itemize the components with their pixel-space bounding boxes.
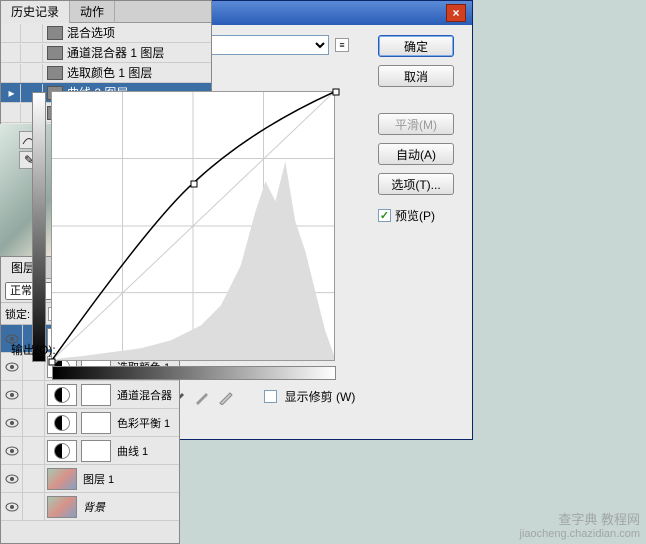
visibility-eye-icon[interactable] [1, 493, 23, 521]
show-clipping-checkbox[interactable] [264, 390, 277, 403]
mask-thumb [81, 440, 111, 462]
dialog-left: 预设(R): 自定 ≡ 通道(C): RGB ✎ [11, 35, 370, 432]
gray-eyedropper-icon[interactable] [194, 387, 212, 405]
cancel-button[interactable]: 取消 [378, 65, 454, 87]
layer-row[interactable]: 通道混合器 [1, 381, 179, 409]
visibility-eye-icon[interactable] [1, 409, 23, 437]
image-thumb [47, 468, 77, 490]
output-label: 输出(O): [11, 341, 56, 358]
curve-point-highlight[interactable] [333, 89, 340, 96]
curve-line [52, 92, 334, 360]
adjustment-thumb [47, 384, 77, 406]
layer-name: 色彩平衡 1 [113, 415, 179, 431]
show-clipping-label: 显示修剪 (W) [285, 388, 356, 405]
mask-thumb [81, 384, 111, 406]
layer-name: 曲线 1 [113, 443, 179, 459]
visibility-eye-icon[interactable] [1, 465, 23, 493]
history-tabs: 历史记录 动作 [1, 1, 211, 23]
smooth-button[interactable]: 平滑(M) [378, 113, 454, 135]
options-button[interactable]: 选项(T)... [378, 173, 454, 195]
dialog-buttons: 确定 取消 平滑(M) 自动(A) 选项(T)... 预览(P) [378, 35, 462, 432]
history-item[interactable]: 选取颜色 1 图层 [1, 63, 211, 83]
tab-history[interactable]: 历史记录 [1, 1, 70, 23]
mask-thumb [81, 412, 111, 434]
input-gradient [52, 366, 336, 380]
preset-menu-icon[interactable]: ≡ [335, 38, 349, 52]
white-eyedropper-icon[interactable] [218, 387, 236, 405]
layer-name: 通道混合器 [113, 387, 179, 403]
output-gradient [32, 92, 46, 362]
layer-row[interactable]: 色彩平衡 1 [1, 409, 179, 437]
curve-point-mid[interactable] [191, 181, 198, 188]
curve-point-shadow[interactable] [49, 359, 56, 366]
auto-button[interactable]: 自动(A) [378, 143, 454, 165]
layer-row[interactable]: 曲线 1 [1, 437, 179, 465]
close-icon[interactable]: × [446, 4, 466, 22]
history-item[interactable]: 混合选项 [1, 23, 211, 43]
layer-name: 图层 1 [79, 471, 179, 487]
watermark: 查字典 教程网 jiaocheng.chazidian.com [520, 509, 640, 540]
adjustment-thumb [47, 440, 77, 462]
layer-name: 背景 [79, 499, 179, 515]
preview-label: 预览(P) [395, 207, 435, 224]
tab-actions[interactable]: 动作 [70, 1, 115, 23]
history-item[interactable]: 通道混合器 1 图层 [1, 43, 211, 63]
preview-checkbox[interactable] [378, 209, 391, 222]
visibility-eye-icon[interactable] [1, 381, 23, 409]
layer-row[interactable]: 背景 [1, 493, 179, 521]
ok-button[interactable]: 确定 [378, 35, 454, 57]
adjustment-thumb [47, 412, 77, 434]
image-thumb [47, 496, 77, 518]
visibility-eye-icon[interactable] [1, 437, 23, 465]
curve-graph[interactable] [51, 91, 335, 361]
layer-row[interactable]: 图层 1 [1, 465, 179, 493]
